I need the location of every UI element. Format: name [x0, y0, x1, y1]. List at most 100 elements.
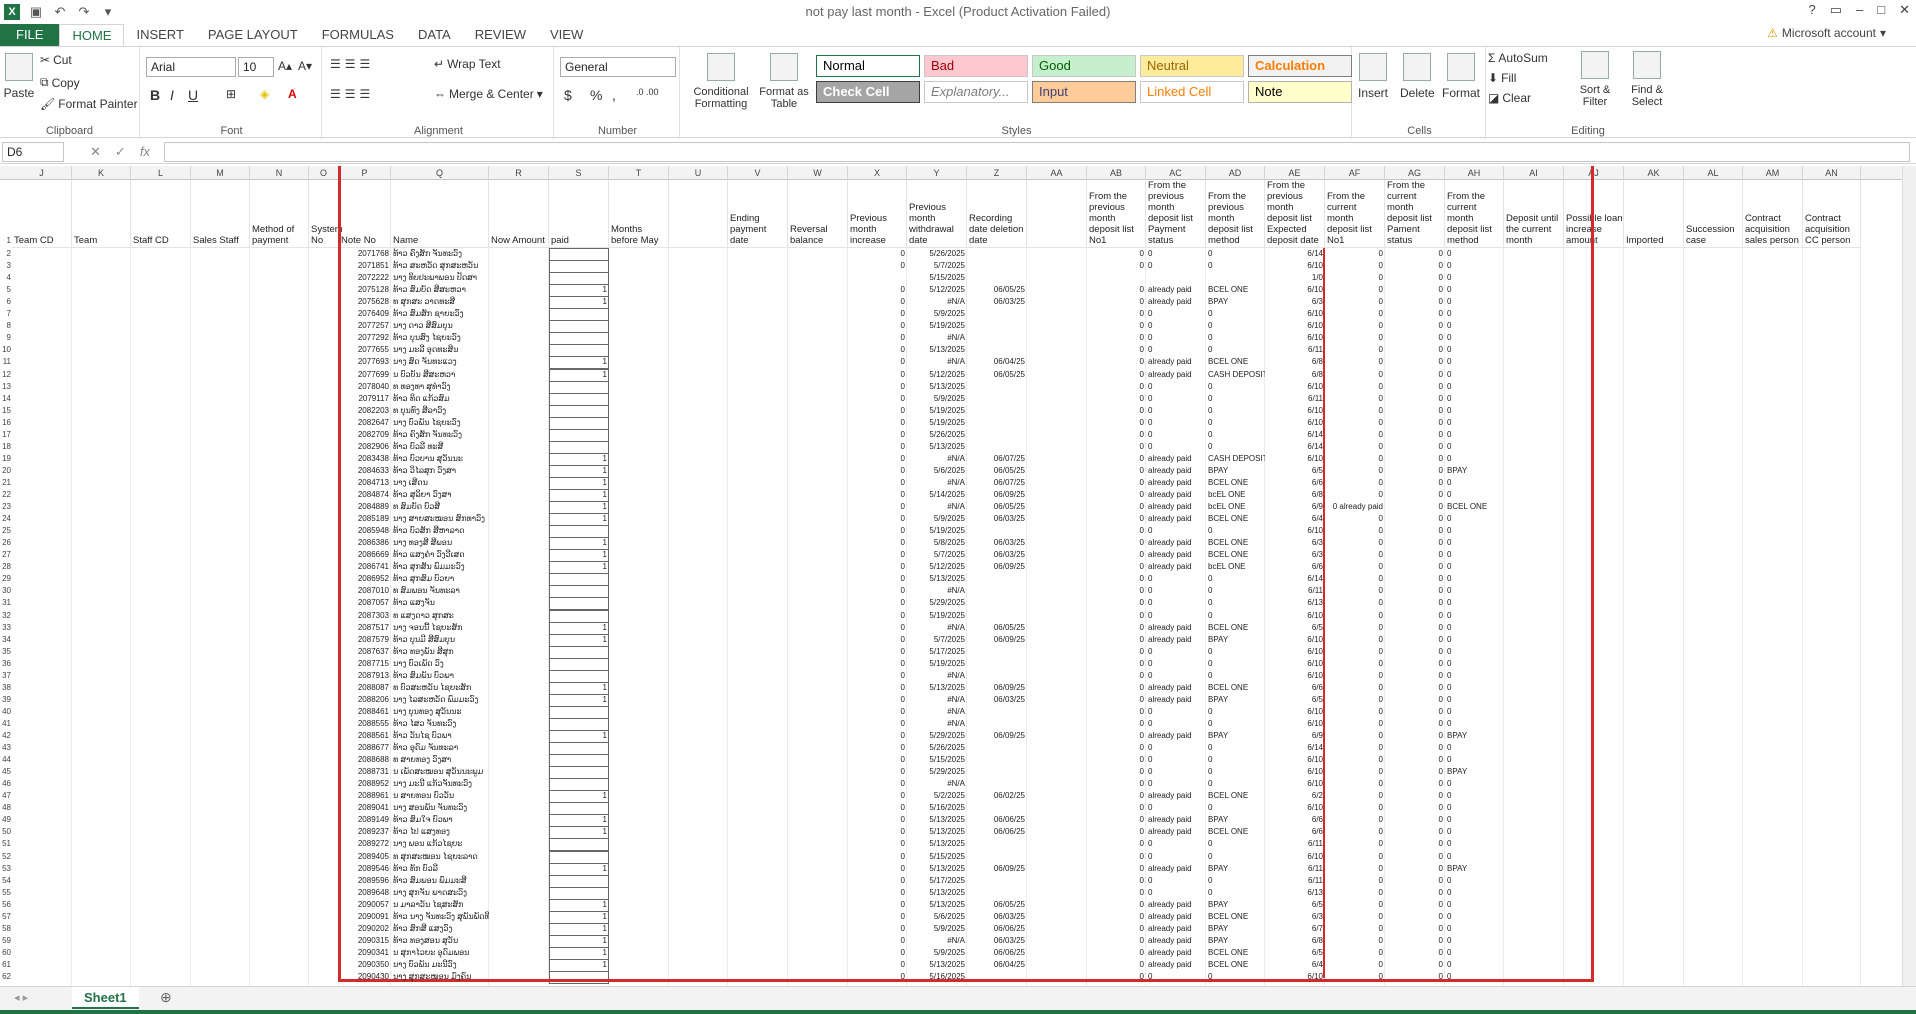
table-cell[interactable]: 0	[1385, 790, 1445, 802]
table-cell[interactable]: ທ້າວ ບຸນສົງ ໄຊຍະວົງ	[391, 332, 489, 344]
table-cell[interactable]: 1	[549, 863, 609, 875]
table-cell[interactable]: ທ ສຸກສະໝອນ ໄຊຍະລາດ	[391, 851, 489, 863]
column-header-J[interactable]: J	[12, 166, 72, 180]
table-cell[interactable]: ນາງ ບົວພັນ ມະນີວົງ	[391, 959, 489, 971]
table-cell[interactable]: BPAY	[1445, 465, 1504, 477]
table-cell[interactable]: 5/19/2025	[907, 417, 967, 429]
table-cell[interactable]: 6/14	[1265, 573, 1325, 585]
table-cell[interactable]: 2077655	[339, 344, 391, 356]
table-cell[interactable]: 0	[848, 561, 907, 573]
column-header-AL[interactable]: AL	[1684, 166, 1743, 180]
row-header[interactable]: 2	[0, 248, 12, 260]
table-cell[interactable]: ທ້າວ ສົມພອນ ພົມມະສີ	[391, 875, 489, 887]
table-cell[interactable]: 0	[1087, 838, 1146, 850]
table-cell[interactable]: 0	[1206, 441, 1265, 453]
table-cell[interactable]: 5/2/2025	[907, 790, 967, 802]
table-cell[interactable]: 0	[1146, 754, 1206, 766]
table-cell[interactable]: 2088731	[339, 766, 391, 778]
table-cell[interactable]: 0	[1325, 272, 1385, 284]
table-cell[interactable]: 0	[1385, 597, 1445, 609]
table-cell[interactable]: 6/10	[1265, 706, 1325, 718]
table-cell[interactable]: 1	[549, 537, 609, 549]
close-icon[interactable]: ✕	[1899, 2, 1910, 18]
column-header-AM[interactable]: AM	[1743, 166, 1803, 180]
column-header-AJ[interactable]: AJ	[1564, 166, 1624, 180]
table-cell[interactable]: 6/10	[1265, 284, 1325, 296]
table-cell[interactable]: 2087517	[339, 622, 391, 634]
table-cell[interactable]: 0	[1385, 513, 1445, 525]
table-cell[interactable]: 0	[1385, 887, 1445, 899]
cell-style-normal[interactable]: Normal	[816, 55, 920, 77]
table-cell[interactable]: 0	[1385, 622, 1445, 634]
table-cell[interactable]: already paid	[1146, 537, 1206, 549]
table-cell[interactable]: 2071851	[339, 260, 391, 272]
table-cell[interactable]: 0	[1325, 778, 1385, 790]
table-cell[interactable]: 2087010	[339, 585, 391, 597]
column-header-AI[interactable]: AI	[1504, 166, 1564, 180]
row-header[interactable]: 11	[0, 356, 12, 368]
row-header[interactable]: 40	[0, 706, 12, 718]
table-cell[interactable]: 1	[549, 694, 609, 706]
table-cell[interactable]: 0	[848, 465, 907, 477]
row-header[interactable]: 39	[0, 694, 12, 706]
table-cell[interactable]: 1	[549, 369, 609, 381]
table-cell[interactable]: 6/10	[1265, 646, 1325, 658]
number-format-select[interactable]: General	[560, 57, 676, 77]
table-cell[interactable]: 5/29/2025	[907, 730, 967, 742]
row-header[interactable]: 17	[0, 429, 12, 441]
table-cell[interactable]: 0	[1385, 429, 1445, 441]
table-cell[interactable]: 5/13/2025	[907, 441, 967, 453]
table-cell[interactable]: 0	[848, 694, 907, 706]
table-cell[interactable]: 0	[1445, 670, 1504, 682]
table-cell[interactable]: 1/0	[1265, 272, 1325, 284]
table-cell[interactable]: #N/A	[907, 477, 967, 489]
table-cell[interactable]: 0	[1325, 766, 1385, 778]
table-cell[interactable]: 6/10	[1265, 381, 1325, 393]
table-cell[interactable]: 0	[1445, 706, 1504, 718]
table-cell[interactable]: 2088206	[339, 694, 391, 706]
table-cell[interactable]: 5/13/2025	[907, 682, 967, 694]
table-cell[interactable]: 6/10	[1265, 634, 1325, 646]
maximize-icon[interactable]: □	[1877, 2, 1885, 18]
table-cell[interactable]: 06/05/25	[967, 622, 1027, 634]
table-cell[interactable]: 0	[848, 393, 907, 405]
table-cell[interactable]: 0	[848, 405, 907, 417]
table-cell[interactable]: 1	[549, 923, 609, 935]
table-cell[interactable]: already paid	[1146, 923, 1206, 935]
table-cell[interactable]: 0	[1087, 754, 1146, 766]
table-cell[interactable]: 0	[1325, 887, 1385, 899]
table-cell[interactable]: #N/A	[907, 670, 967, 682]
table-cell[interactable]: 0	[1146, 308, 1206, 320]
table-cell[interactable]: 06/03/25	[967, 537, 1027, 549]
tab-page-layout[interactable]: PAGE LAYOUT	[196, 24, 310, 46]
row-header[interactable]: 3	[0, 260, 12, 272]
table-cell[interactable]: 0	[1087, 899, 1146, 911]
row-header[interactable]: 12	[0, 369, 12, 381]
table-cell[interactable]: 6/10	[1265, 718, 1325, 730]
font-name-select[interactable]: Arial	[146, 57, 236, 77]
table-cell[interactable]: 0	[1445, 634, 1504, 646]
row-header[interactable]: 38	[0, 682, 12, 694]
table-cell[interactable]: already paid	[1146, 911, 1206, 923]
table-cell[interactable]: 2077292	[339, 332, 391, 344]
table-cell[interactable]: 0	[1325, 670, 1385, 682]
table-cell[interactable]: ນາງ ມະລີ ອຸດທະສິນ	[391, 344, 489, 356]
row-header[interactable]: 58	[0, 923, 12, 935]
table-cell[interactable]: 06/06/25	[967, 923, 1027, 935]
header-cell[interactable]: Previous month increase	[848, 180, 907, 248]
table-cell[interactable]: ທ້າວ ໄປ ແສງທອງ	[391, 826, 489, 838]
table-cell[interactable]: 0	[1206, 778, 1265, 790]
table-cell[interactable]: 0	[1325, 646, 1385, 658]
table-cell[interactable]: 0	[1325, 429, 1385, 441]
table-cell[interactable]: 6/10	[1265, 971, 1325, 983]
row-header[interactable]: 42	[0, 730, 12, 742]
table-cell[interactable]: 0	[1385, 838, 1445, 850]
table-cell[interactable]: #N/A	[907, 622, 967, 634]
table-cell[interactable]: already paid	[1146, 477, 1206, 489]
table-cell[interactable]: 0	[848, 537, 907, 549]
table-cell[interactable]: BCEL ONE	[1206, 826, 1265, 838]
table-cell[interactable]: 0	[1206, 971, 1265, 983]
table-cell[interactable]: 0	[1325, 381, 1385, 393]
table-cell[interactable]: 0	[1087, 742, 1146, 754]
table-cell[interactable]: 0	[1087, 320, 1146, 332]
